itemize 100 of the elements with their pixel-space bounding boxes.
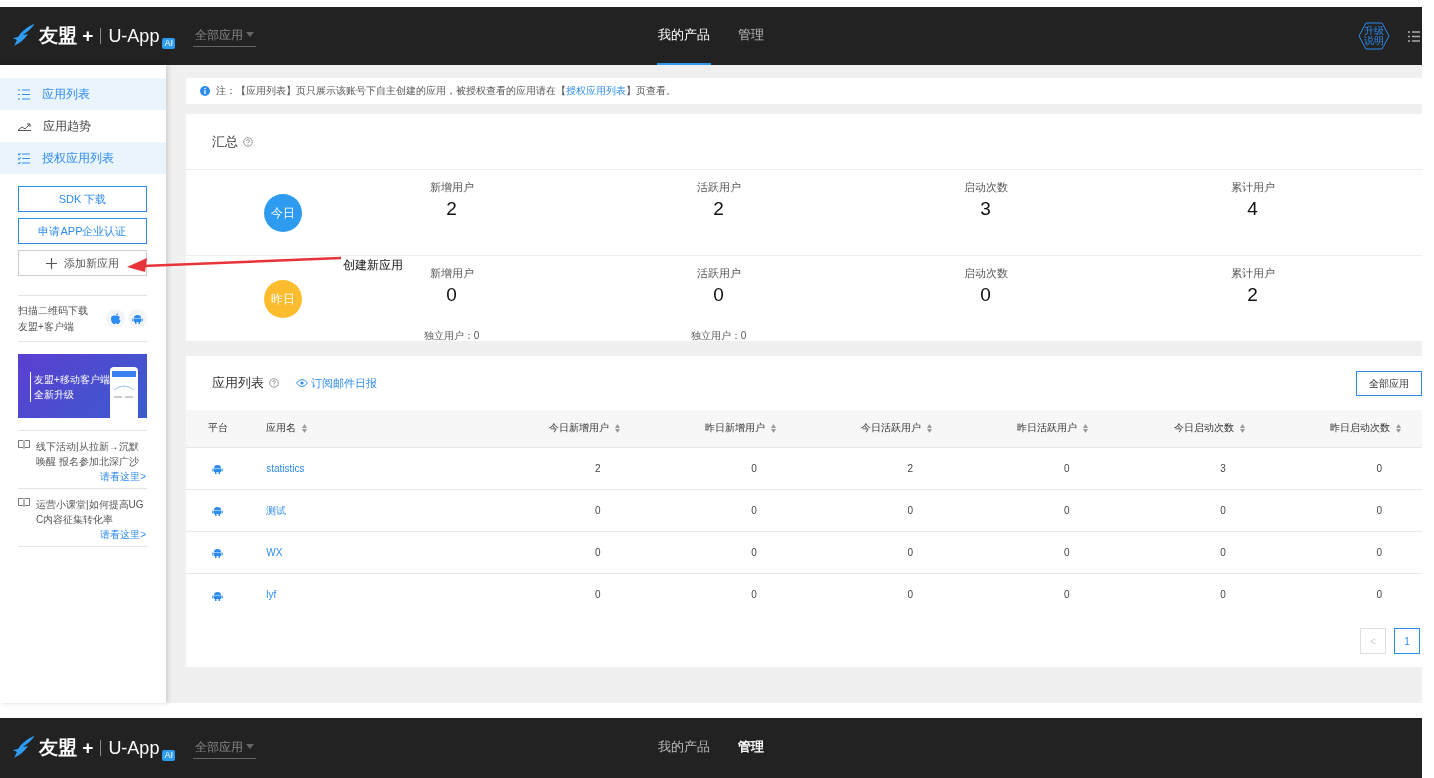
column-header[interactable]: 昨日活跃用户	[1017, 421, 1089, 436]
column-header[interactable]: 今日启动次数	[1173, 421, 1245, 436]
table-cell: 0	[1063, 462, 1070, 474]
eye-icon	[296, 379, 308, 387]
table-cell: 0	[594, 588, 601, 600]
annotation-text: 创建新应用	[343, 257, 403, 274]
nav-tab[interactable]: 我的产品	[657, 718, 711, 778]
sidebar-button[interactable]: SDK 下载	[18, 186, 147, 212]
stat-label: 启动次数	[963, 180, 1008, 195]
app-name-link[interactable]: 测试	[266, 504, 287, 516]
hexagon-icon	[1358, 22, 1390, 50]
apple-icon[interactable]	[110, 313, 121, 324]
table-cell: 0	[907, 588, 914, 600]
stat-label: 累计用户	[1230, 180, 1275, 195]
stat-label: 活跃用户	[696, 266, 741, 281]
plus-icon	[46, 257, 57, 269]
stat-label: 新增用户	[429, 266, 474, 281]
table-cell: 3	[1220, 462, 1226, 474]
nav-tab[interactable]: 管理	[737, 7, 765, 65]
table-cell: 0	[594, 504, 601, 516]
read-more-link[interactable]: 请看这里>	[36, 469, 146, 484]
section-title: 应用列表	[212, 374, 264, 393]
stat-value: 3	[979, 197, 992, 221]
table-cell: 0	[1376, 546, 1383, 558]
stat-value: 0	[712, 283, 725, 307]
page-button[interactable]: 1	[1394, 628, 1420, 654]
stat-note: 独立用户：0	[690, 329, 747, 343]
news-text: 线下活动|从拉新→沉默唤醒 报名参加北深广沙	[36, 440, 140, 469]
table-cell: 2	[594, 462, 601, 474]
table-cell: 0	[751, 462, 757, 474]
sidebar-button[interactable]: 申请APP企业认证	[18, 218, 147, 244]
table-cell: 0	[1063, 588, 1070, 600]
notice-text: 注：【应用列表】页只展示该账号下自主创建的应用，被授权查看的应用请在【授权应用列表】页查看。	[216, 83, 676, 98]
table-cell: 0	[751, 504, 757, 516]
column-header: 平台	[208, 421, 228, 436]
checklist-icon	[18, 152, 30, 164]
table-cell: 0	[1376, 588, 1383, 600]
promo-banner[interactable]: 友盟+移动客户端 全新升级	[18, 354, 147, 418]
app-name-link[interactable]: WX	[266, 546, 283, 558]
app-name-link[interactable]: lyf	[266, 588, 277, 600]
app-name-link[interactable]: statistics	[266, 462, 305, 474]
stat-value: 4	[1246, 197, 1259, 221]
subscribe-link[interactable]: 订阅邮件日报	[296, 374, 377, 392]
qr-caption: 友盟+客户端	[18, 319, 75, 334]
news-text: 运营小课堂|如何提高UGC内容征集转化率	[36, 498, 145, 527]
trend-icon	[18, 121, 31, 131]
section-title: 汇总	[212, 132, 238, 151]
stat-label: 累计用户	[1230, 266, 1275, 281]
sidebar-item[interactable]: 应用趋势	[0, 110, 166, 142]
table-cell: 0	[1220, 504, 1226, 516]
android-icon	[212, 589, 223, 601]
table-cell: 0	[1220, 588, 1226, 600]
phone-drawing	[109, 366, 139, 418]
prev-page-button: <	[1360, 628, 1386, 654]
stat-value: 2	[712, 197, 725, 221]
table-cell: 0	[594, 546, 601, 558]
caret-icon	[245, 744, 254, 749]
banner-text: 全新升级	[34, 388, 75, 402]
table-cell: 0	[1376, 462, 1383, 474]
sort-icon	[302, 423, 308, 433]
banner-text: 友盟+移动客户端	[34, 373, 110, 387]
menu-icon[interactable]	[1408, 30, 1420, 42]
column-header[interactable]: 昨日启动次数	[1330, 421, 1402, 436]
logo-text: 友盟 +	[39, 735, 94, 760]
stat-value: 2	[445, 197, 458, 221]
add-app-button[interactable]: 添加新应用	[18, 250, 147, 276]
column-header[interactable]: 应用名	[266, 421, 308, 436]
notice-link[interactable]: 授权应用列表	[566, 84, 626, 96]
book-icon	[18, 439, 30, 449]
caret-icon	[245, 32, 254, 37]
product-name: U-App	[108, 736, 160, 760]
read-more-link[interactable]: 请看这里>	[36, 527, 146, 542]
nav-tab[interactable]: 管理	[737, 718, 765, 778]
stat-value: 0	[445, 283, 458, 307]
product-name: U-App	[108, 24, 160, 48]
table-cell: 0	[1220, 546, 1226, 558]
sidebar-item[interactable]: 应用列表	[0, 78, 166, 110]
column-header[interactable]: 今日新增用户	[548, 421, 620, 436]
android-icon[interactable]	[132, 313, 143, 324]
app-dropdown[interactable]: 全部应用	[192, 737, 256, 759]
sidebar-item[interactable]: 授权应用列表	[0, 142, 166, 174]
list-icon	[18, 88, 30, 100]
filter-button[interactable]: 全部应用	[1356, 370, 1422, 396]
column-header[interactable]: 今日活跃用户	[861, 421, 933, 436]
day-badge: 今日	[264, 193, 302, 232]
android-icon	[212, 547, 223, 559]
ai-badge: AI	[162, 749, 175, 761]
upgrade-badge[interactable]: 升级 说明	[1358, 22, 1390, 50]
table-cell: 0	[1376, 504, 1383, 516]
column-header[interactable]: 昨日新增用户	[704, 421, 776, 436]
qr-caption: 扫描二维码下载	[18, 303, 88, 318]
table-cell: 0	[1063, 546, 1070, 558]
table-cell: 0	[1063, 504, 1070, 516]
table-cell: 0	[907, 546, 914, 558]
stat-value: 2	[1246, 283, 1259, 307]
help-icon	[269, 378, 279, 388]
app-dropdown[interactable]: 全部应用	[192, 25, 256, 47]
android-icon	[212, 463, 223, 475]
book-icon	[18, 497, 30, 507]
android-icon	[212, 505, 223, 517]
